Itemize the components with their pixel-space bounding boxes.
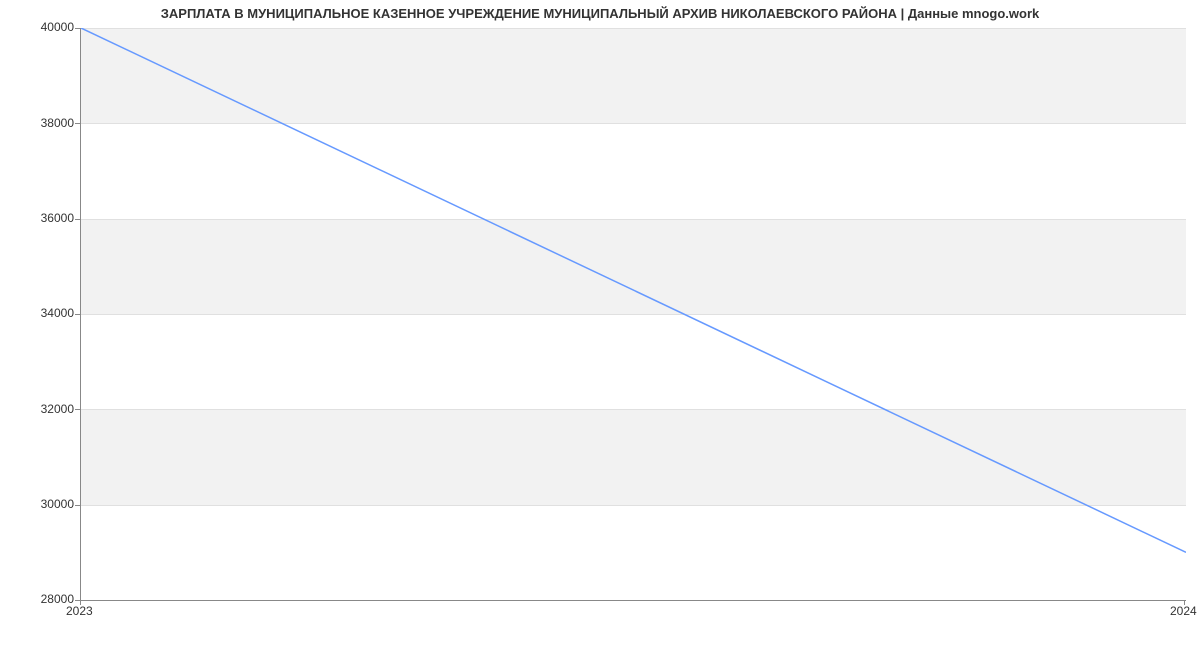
plot-area	[80, 28, 1186, 601]
y-tick-label: 38000	[0, 116, 74, 130]
y-tick-label: 32000	[0, 402, 74, 416]
y-tick-label: 28000	[0, 592, 74, 606]
x-tick-label: 2023	[66, 604, 93, 618]
y-tick-label: 36000	[0, 211, 74, 225]
y-tick-label: 30000	[0, 497, 74, 511]
chart-container: ЗАРПЛАТА В МУНИЦИПАЛЬНОЕ КАЗЕННОЕ УЧРЕЖД…	[0, 0, 1200, 650]
y-tick-label: 40000	[0, 20, 74, 34]
series-line	[81, 28, 1186, 600]
y-tick-label: 34000	[0, 306, 74, 320]
chart-title: ЗАРПЛАТА В МУНИЦИПАЛЬНОЕ КАЗЕННОЕ УЧРЕЖД…	[0, 6, 1200, 21]
x-tick-label: 2024	[1170, 604, 1197, 618]
